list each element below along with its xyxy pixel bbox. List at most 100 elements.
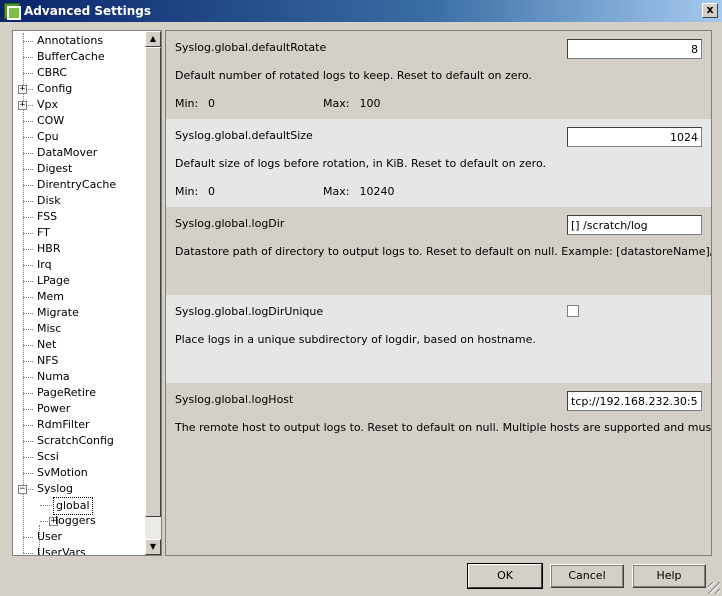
setting-min: Min: 0 <box>175 185 215 198</box>
tree-item-label: Migrate <box>37 306 79 319</box>
tree-item-label: FT <box>37 226 50 239</box>
setting-description: Datastore path of directory to output lo… <box>175 245 712 258</box>
title-bar: Advanced Settings x <box>0 0 722 22</box>
tree-item-label: PageRetire <box>37 386 96 399</box>
tree-connector <box>23 41 33 42</box>
tree-item-label: Syslog <box>37 482 73 495</box>
tree-connector <box>23 425 33 426</box>
setting-value-input[interactable] <box>567 127 702 147</box>
tree-item-label: HBR <box>37 242 61 255</box>
tree-item-label: RdmFilter <box>37 418 90 431</box>
tree-connector <box>23 249 33 250</box>
setting-row: Syslog.global.logDirUnique Place logs in… <box>166 295 711 383</box>
tree-connector <box>23 137 33 138</box>
tree-item-label: Numa <box>37 370 70 383</box>
setting-name: Syslog.global.logHost <box>175 393 294 406</box>
help-button[interactable]: Help <box>632 564 706 588</box>
tree-item-label: Mem <box>37 290 64 303</box>
tree-item-label: COW <box>37 114 65 127</box>
tree-connector <box>23 345 33 346</box>
setting-max: Max: 10240 <box>323 185 395 198</box>
tree-connector <box>23 537 33 538</box>
resize-grip-icon[interactable] <box>708 582 720 594</box>
setting-description: Place logs in a unique subdirectory of l… <box>175 333 536 346</box>
settings-panel: Syslog.global.defaultRotate Default numb… <box>165 30 712 556</box>
tree-item-label: Scsi <box>37 450 59 463</box>
settings-tree[interactable]: Annotations BufferCache CBRC + Config + Vpx COW… <box>12 30 162 556</box>
tree-connector <box>23 201 33 202</box>
tree-scrollbar[interactable]: ▲ ▼ <box>145 31 161 555</box>
tree-item-label: loggers <box>55 514 96 527</box>
tree-connector <box>23 553 33 554</box>
collapse-icon[interactable]: − <box>18 485 27 494</box>
tree-connector <box>23 377 33 378</box>
tree-connector <box>23 441 33 442</box>
tree-item-label: Digest <box>37 162 73 175</box>
setting-row: Syslog.global.defaultSize Default size o… <box>166 119 711 207</box>
tree-item-label: Disk <box>37 194 61 207</box>
tree-connector <box>23 153 33 154</box>
scroll-up-arrow-icon[interactable]: ▲ <box>145 31 161 47</box>
setting-value-input[interactable] <box>567 215 702 235</box>
tree-connector <box>40 505 52 506</box>
tree-guide-line <box>23 33 24 553</box>
tree-connector <box>23 473 33 474</box>
app-icon <box>4 3 21 20</box>
tree-item-label: LPage <box>37 274 70 287</box>
setting-name: Syslog.global.defaultSize <box>175 129 313 142</box>
setting-value-input[interactable] <box>567 391 702 411</box>
tree-item-label: DataMover <box>37 146 98 159</box>
tree-item-label: SvMotion <box>37 466 88 479</box>
tree-item-label: Misc <box>37 322 62 335</box>
tree-item-label: DirentryCache <box>37 178 117 191</box>
expand-icon[interactable]: + <box>18 101 27 110</box>
tree-connector <box>23 169 33 170</box>
tree-connector <box>23 393 33 394</box>
scroll-down-arrow-icon[interactable]: ▼ <box>145 539 161 555</box>
setting-row: Syslog.global.logDir Datastore path of d… <box>166 207 711 295</box>
setting-name: Syslog.global.logDirUnique <box>175 305 324 318</box>
tree-connector <box>23 57 33 58</box>
tree-item-label: User <box>37 530 63 543</box>
scroll-thumb[interactable] <box>145 47 161 517</box>
tree-item-label: ScratchConfig <box>37 434 114 447</box>
tree-connector <box>23 217 33 218</box>
tree-item-label: BufferCache <box>37 50 105 63</box>
tree-connector <box>23 265 33 266</box>
setting-description: Default number of rotated logs to keep. … <box>175 69 532 82</box>
tree-item-label: Power <box>37 402 71 415</box>
setting-min: Min: 0 <box>175 97 215 110</box>
tree-connector <box>23 73 33 74</box>
tree-item-label: Annotations <box>37 34 104 47</box>
tree-item-label: UserVars <box>37 546 86 556</box>
setting-checkbox[interactable] <box>567 305 579 317</box>
window-title: Advanced Settings <box>24 4 152 18</box>
tree-item-label: Vpx <box>37 98 59 111</box>
tree-connector <box>23 313 33 314</box>
tree-connector <box>23 121 33 122</box>
tree-connector <box>23 185 33 186</box>
tree-item-label: CBRC <box>37 66 68 79</box>
tree-item-label: NFS <box>37 354 59 367</box>
expand-icon[interactable]: + <box>18 85 27 94</box>
cancel-button[interactable]: Cancel <box>550 564 624 588</box>
setting-description: Default size of logs before rotation, in… <box>175 157 546 170</box>
setting-max: Max: 100 <box>323 97 381 110</box>
close-icon[interactable]: x <box>702 3 718 18</box>
tree-connector <box>23 233 33 234</box>
setting-description: The remote host to output logs to. Reset… <box>175 421 712 434</box>
tree-item-label: Config <box>37 82 73 95</box>
tree-connector <box>23 329 33 330</box>
tree-item-label: Irq <box>37 258 52 271</box>
setting-name: Syslog.global.logDir <box>175 217 285 230</box>
tree-item-label: FSS <box>37 210 58 223</box>
tree-connector <box>23 409 33 410</box>
setting-row: Syslog.global.defaultRotate Default numb… <box>166 31 711 119</box>
setting-value-input[interactable] <box>567 39 702 59</box>
ok-button[interactable]: OK <box>467 563 543 589</box>
tree-connector <box>23 297 33 298</box>
tree-item-label: Cpu <box>37 130 59 143</box>
setting-row: Syslog.global.logHost The remote host to… <box>166 383 712 555</box>
tree-connector <box>23 281 33 282</box>
tree-connector <box>23 457 33 458</box>
